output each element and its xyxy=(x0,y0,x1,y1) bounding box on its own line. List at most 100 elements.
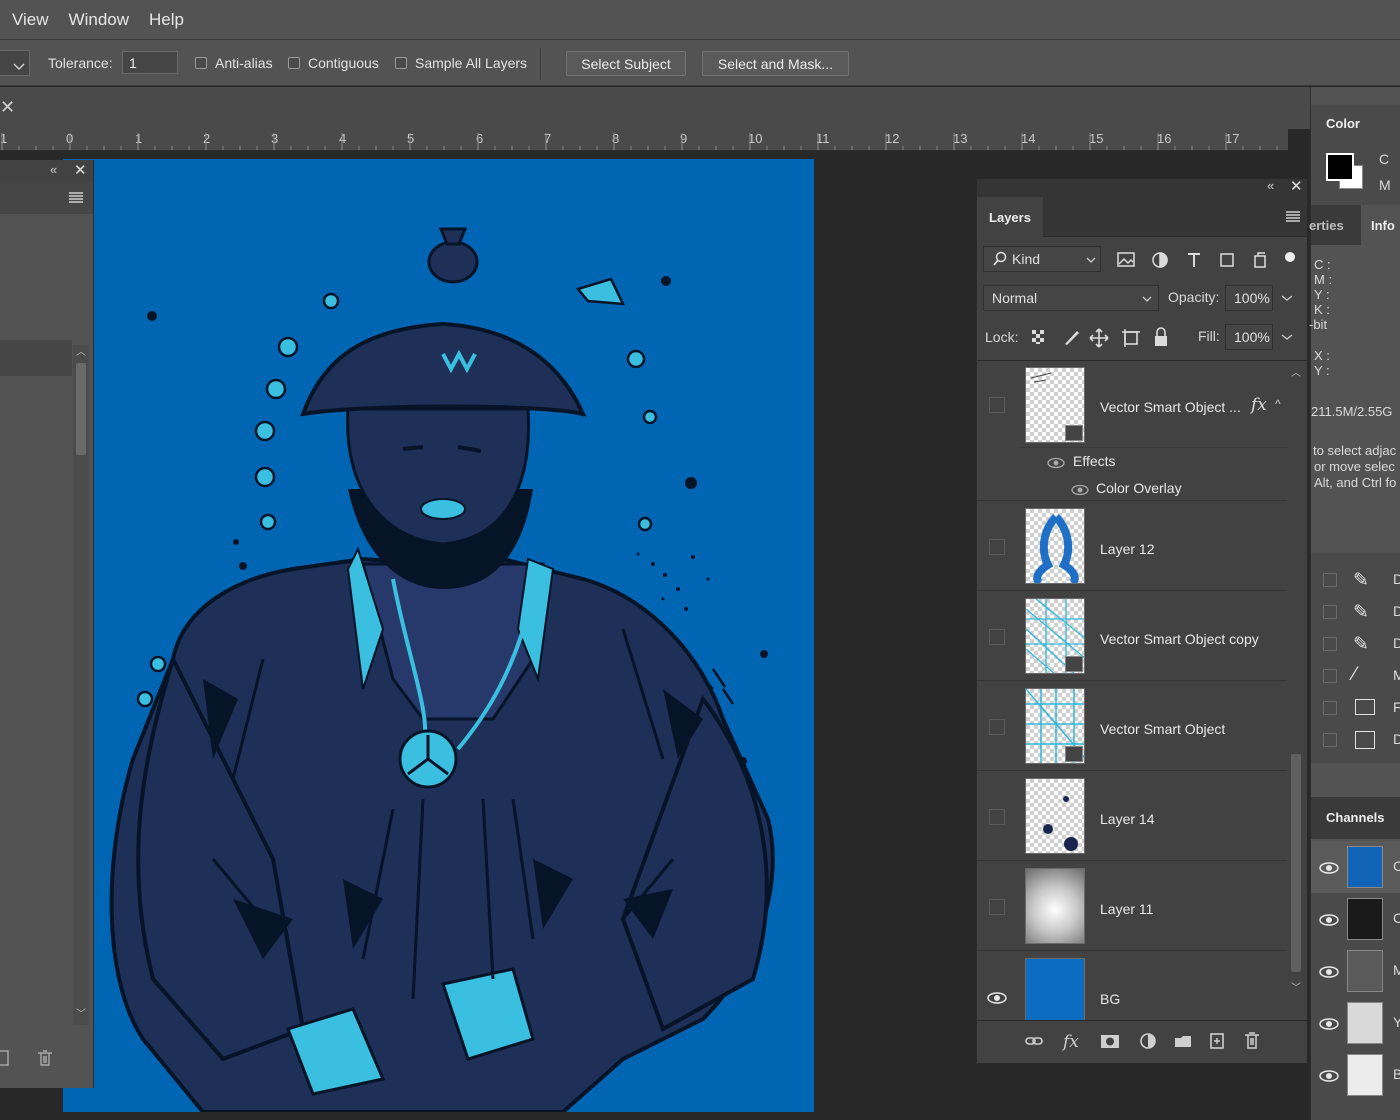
color-c-label: C xyxy=(1379,151,1390,167)
scrollbar-thumb[interactable] xyxy=(76,363,86,455)
eye-icon[interactable] xyxy=(1319,861,1339,875)
menu-help[interactable]: Help xyxy=(143,10,192,30)
chevron-up-icon[interactable]: ︿ xyxy=(76,343,86,358)
channel-row[interactable]: B xyxy=(1311,1049,1400,1101)
sample-all-layers-checkbox[interactable] xyxy=(395,57,407,69)
channel-row[interactable]: C xyxy=(1311,893,1400,945)
close-icon[interactable]: ✕ xyxy=(1290,177,1303,195)
left-panel-scrollbar[interactable]: ︿ ﹀ xyxy=(73,345,89,1025)
collapse-icon[interactable]: « xyxy=(1267,178,1274,193)
collapse-icon[interactable]: « xyxy=(50,162,57,177)
visibility-toggle[interactable] xyxy=(989,809,1005,825)
menu-window[interactable]: Window xyxy=(63,10,137,30)
chevron-up-icon[interactable]: ︿ xyxy=(1291,364,1301,379)
scrollbar-thumb[interactable] xyxy=(1291,754,1301,972)
menu-view[interactable]: View xyxy=(6,10,57,30)
eye-icon[interactable] xyxy=(1047,457,1065,469)
chevron-up-icon[interactable]: ^ xyxy=(1275,397,1281,411)
visibility-toggle[interactable] xyxy=(989,397,1005,413)
select-subject-button[interactable]: Select Subject xyxy=(566,51,686,76)
anti-alias-option[interactable]: Anti-alias xyxy=(195,40,273,86)
layer-name[interactable]: Vector Smart Object ... xyxy=(1100,399,1241,415)
list-item[interactable]: D xyxy=(1311,723,1400,755)
toggle-box[interactable] xyxy=(1323,701,1337,715)
tab-info[interactable]: Info xyxy=(1371,218,1395,233)
visibility-toggle[interactable] xyxy=(989,539,1005,555)
contiguous-checkbox[interactable] xyxy=(288,57,300,69)
toggle-box[interactable] xyxy=(1323,573,1337,587)
toggle-box[interactable] xyxy=(1323,733,1337,747)
select-and-mask-button[interactable]: Select and Mask... xyxy=(702,51,849,76)
layer-row-vector-smart-object[interactable]: Vector Smart Object xyxy=(977,681,1287,771)
tab-layers[interactable]: Layers xyxy=(977,197,1043,237)
eye-icon[interactable] xyxy=(987,991,1007,1005)
list-item[interactable]: ⁄ M xyxy=(1311,659,1400,691)
eye-icon[interactable] xyxy=(1319,965,1339,979)
toggle-box[interactable] xyxy=(1323,669,1337,683)
list-item[interactable]: F xyxy=(1311,691,1400,723)
layer-name[interactable]: Layer 14 xyxy=(1100,811,1154,827)
chevron-down-icon[interactable] xyxy=(1281,333,1293,341)
visibility-toggle[interactable] xyxy=(989,899,1005,915)
contiguous-option[interactable]: Contiguous xyxy=(288,40,379,86)
channel-row[interactable]: C xyxy=(1311,841,1400,893)
chevron-down-icon xyxy=(1086,257,1096,263)
layers-scrollbar[interactable]: ︿ ﹀ xyxy=(1288,364,1304,1004)
tab-properties[interactable]: erties xyxy=(1309,218,1344,233)
eye-icon[interactable] xyxy=(1319,1017,1339,1031)
bucket-hat xyxy=(299,321,587,417)
layer-name[interactable]: BG xyxy=(1100,991,1120,1007)
panel-menu-icon[interactable] xyxy=(68,191,84,205)
anti-alias-checkbox[interactable] xyxy=(195,57,207,69)
layer-name[interactable]: Layer 12 xyxy=(1100,541,1154,557)
eye-icon[interactable] xyxy=(1319,1069,1339,1083)
eye-icon[interactable] xyxy=(1071,484,1089,496)
sample-all-layers-option[interactable]: Sample All Layers xyxy=(395,40,527,86)
blend-mode-dropdown[interactable]: Normal xyxy=(983,285,1159,311)
fx-icon[interactable]: fx xyxy=(1251,395,1267,415)
image-filter-mountain xyxy=(1118,257,1134,265)
fill-input[interactable]: 100% xyxy=(1225,324,1273,350)
lock-pixels-icon xyxy=(1065,331,1079,345)
layer-row-layer-14[interactable]: Layer 14 xyxy=(977,771,1287,861)
layer-name[interactable]: Vector Smart Object xyxy=(1100,721,1225,737)
layer-filter-kind[interactable]: Kind xyxy=(983,246,1101,272)
left-panel-selected-row[interactable] xyxy=(0,340,72,376)
layer-row-vector-smart-object-fx[interactable]: Vector Smart Object ... fx ^ Effects Col… xyxy=(977,361,1287,501)
color-overlay-label[interactable]: Color Overlay xyxy=(1096,480,1182,496)
chevron-down-icon[interactable] xyxy=(1281,294,1293,302)
close-icon[interactable]: ✕ xyxy=(74,161,87,179)
list-item[interactable]: ✎ D xyxy=(1311,563,1400,595)
chevron-down-icon[interactable]: ﹀ xyxy=(76,1005,86,1020)
opacity-input[interactable]: 100% xyxy=(1225,285,1273,311)
layer-thumbnail xyxy=(1025,508,1085,584)
artboard[interactable] xyxy=(63,159,814,1112)
channel-thumbnail xyxy=(1347,898,1383,940)
tool-preset-dropdown[interactable] xyxy=(0,50,30,76)
layer-row-layer-11[interactable]: Layer 11 xyxy=(977,861,1287,951)
chevron-down-icon[interactable]: ﹀ xyxy=(1291,979,1301,994)
search-icon xyxy=(993,251,1007,266)
layer-name[interactable]: Vector Smart Object copy xyxy=(1100,631,1259,647)
panel-menu-icon[interactable] xyxy=(1285,210,1301,224)
tab-channels[interactable]: Channels xyxy=(1326,810,1385,825)
left-panel-header: « ✕ xyxy=(0,160,93,182)
list-item[interactable]: ✎ D xyxy=(1311,627,1400,659)
tab-color[interactable]: Color xyxy=(1326,116,1360,131)
anti-alias-label: Anti-alias xyxy=(215,55,273,71)
channel-row[interactable]: M xyxy=(1311,945,1400,997)
visibility-toggle[interactable] xyxy=(989,719,1005,735)
foreground-color-swatch[interactable] xyxy=(1326,153,1354,181)
channel-row[interactable]: Y xyxy=(1311,997,1400,1049)
eye-icon[interactable] xyxy=(1319,913,1339,927)
tolerance-input[interactable] xyxy=(122,51,178,74)
layer-name[interactable]: Layer 11 xyxy=(1100,901,1153,917)
layer-row-vector-smart-object-copy[interactable]: Vector Smart Object copy xyxy=(977,591,1287,681)
list-item[interactable]: ✎ D xyxy=(1311,595,1400,627)
close-icon[interactable]: ✕ xyxy=(0,97,15,118)
toggle-box[interactable] xyxy=(1323,605,1337,619)
toggle-box[interactable] xyxy=(1323,637,1337,651)
layer-row-layer-12[interactable]: Layer 12 xyxy=(977,501,1287,591)
visibility-toggle[interactable] xyxy=(989,629,1005,645)
layer-row-bg[interactable]: BG xyxy=(977,951,1287,1020)
